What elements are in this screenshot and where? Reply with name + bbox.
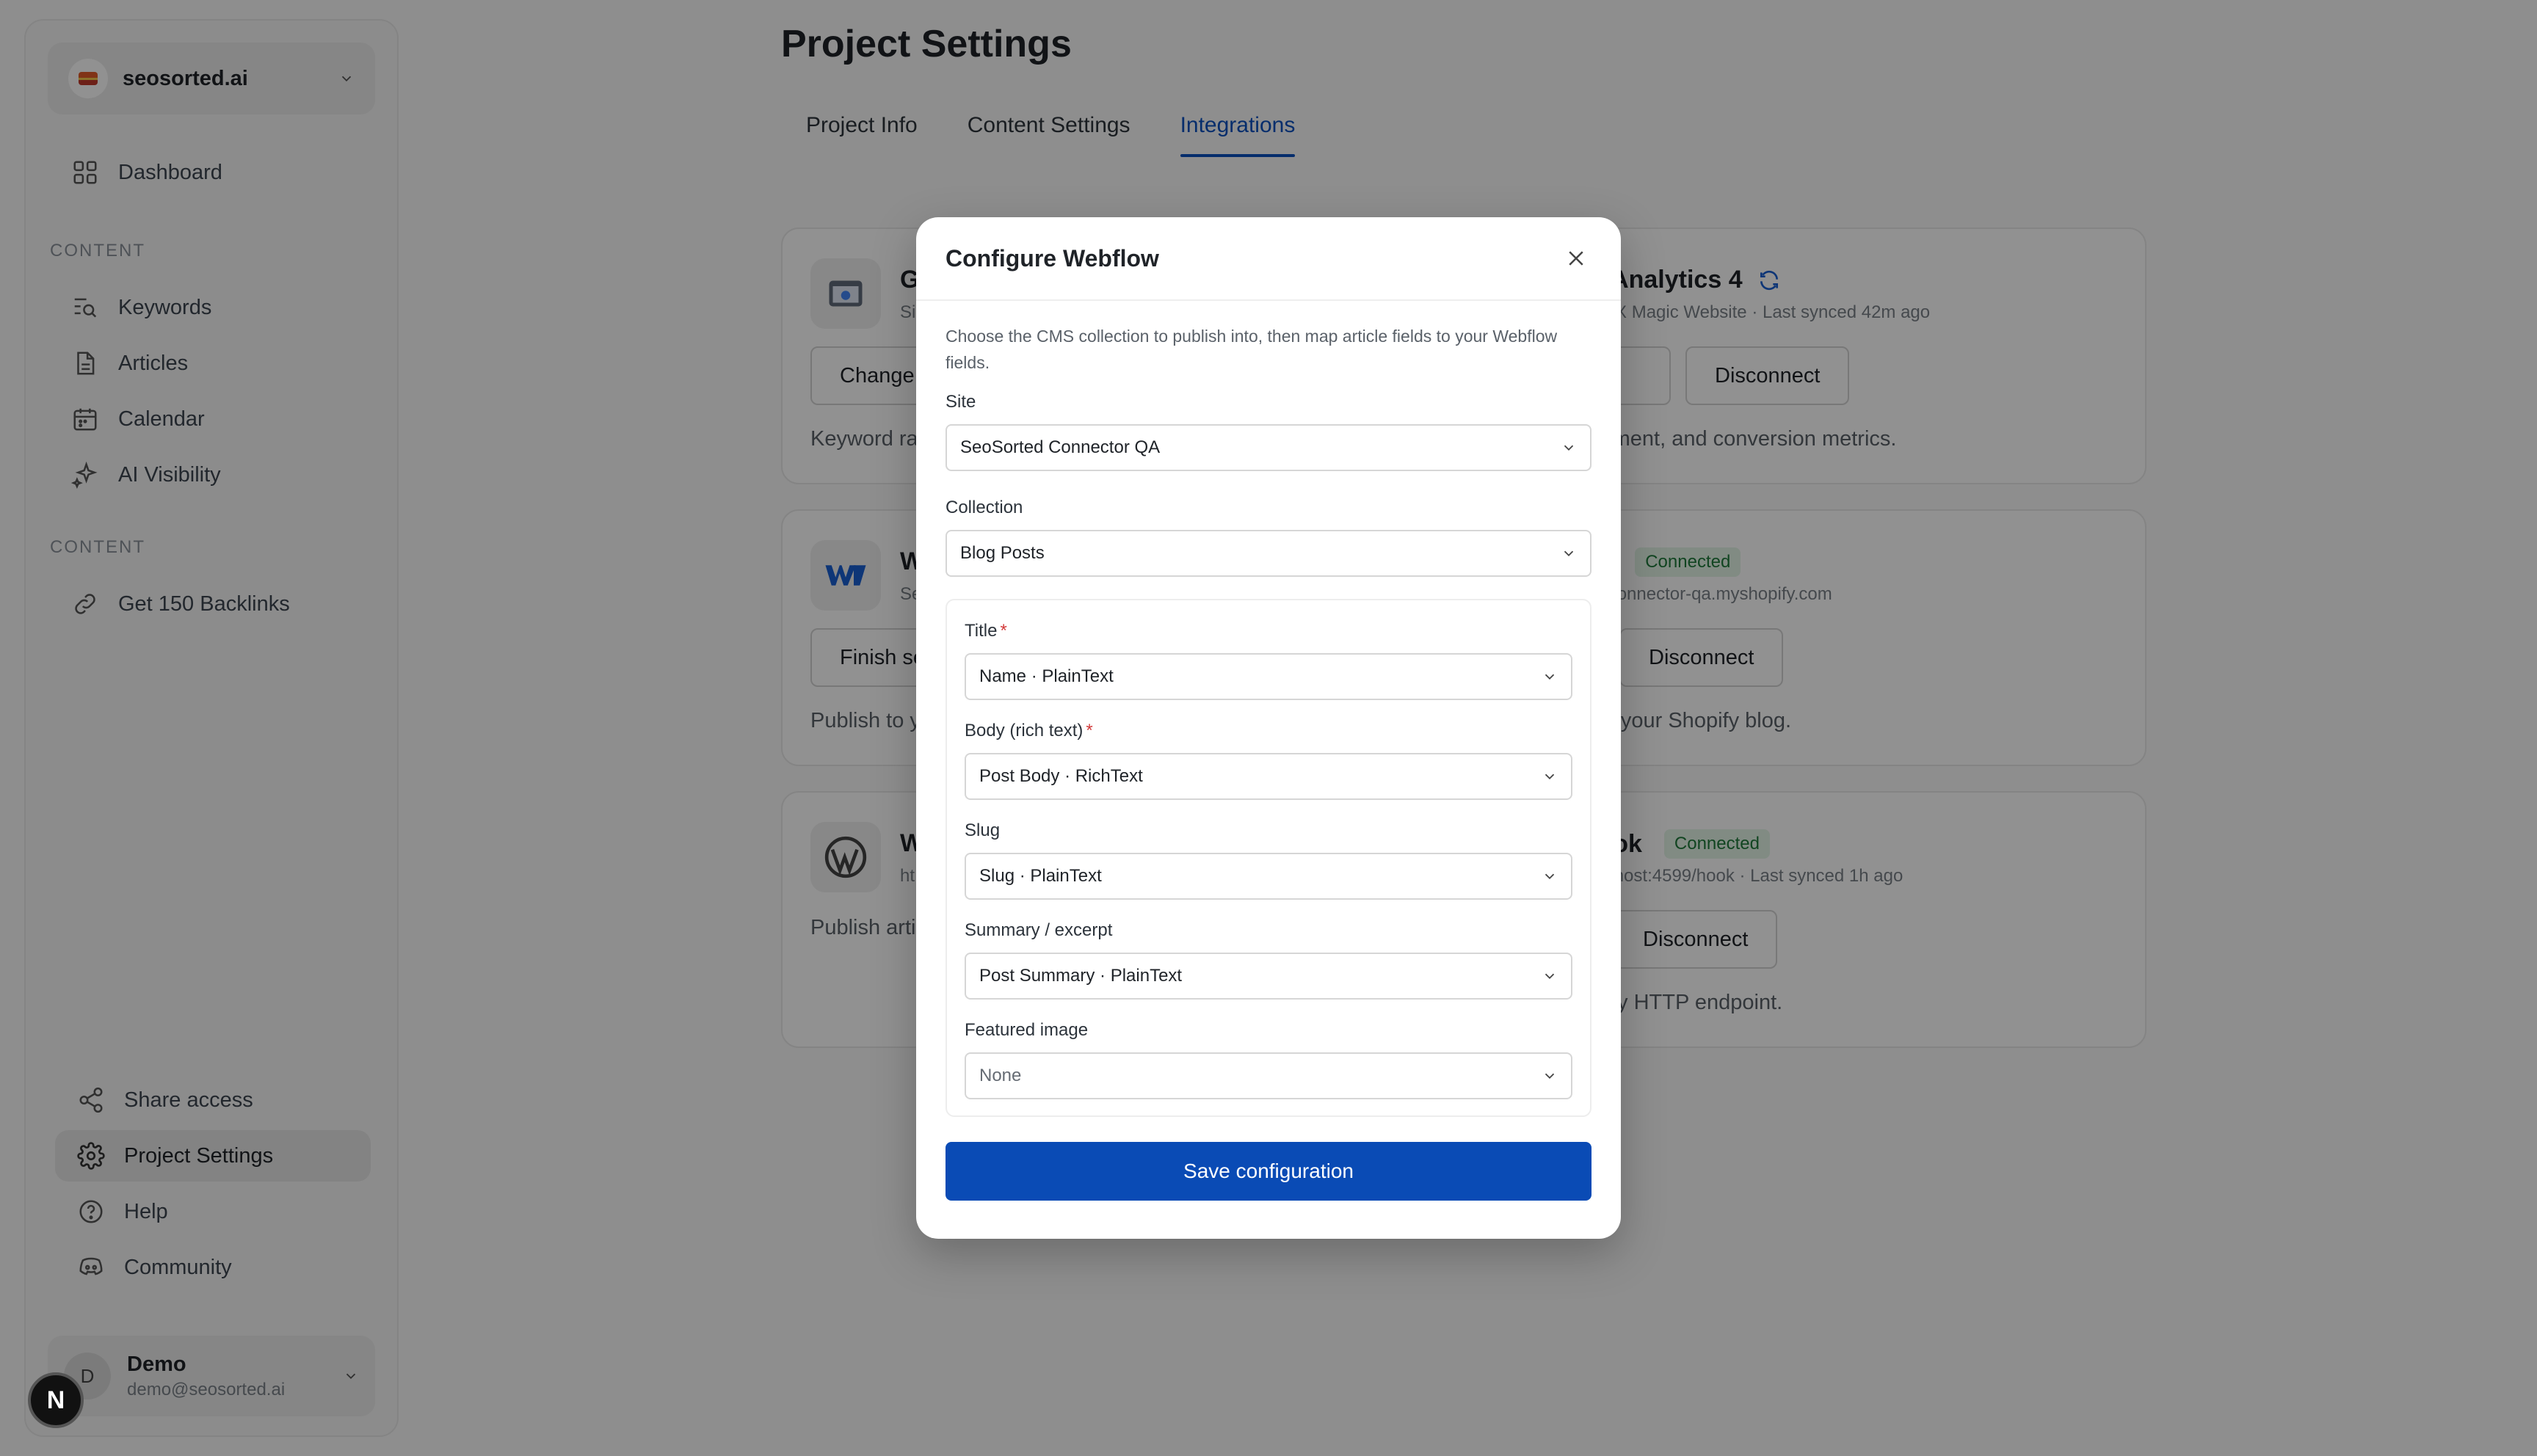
close-icon	[1569, 251, 1583, 266]
chevron-down-icon	[1545, 774, 1555, 780]
site-label: Site	[946, 392, 976, 412]
dialog-body: Choose the CMS collection to publish int…	[916, 301, 1621, 1201]
title-label-text: Title	[965, 621, 998, 641]
collection-value: Blog Posts	[960, 543, 1045, 563]
chevron-down-icon	[1564, 445, 1574, 451]
collection-select[interactable]: Blog Posts	[946, 530, 1591, 577]
featured-image-value: None	[979, 1066, 1022, 1085]
title-field-label: Title *	[965, 621, 1572, 641]
dialog-title: Configure Webflow	[946, 244, 1159, 272]
chevron-down-icon	[1545, 1073, 1555, 1080]
image-field-label: Featured image	[965, 1020, 1089, 1040]
chevron-down-icon	[1545, 973, 1555, 980]
summary-field-select[interactable]: Post Summary · PlainText	[965, 953, 1572, 1000]
title-field-value: Name · PlainText	[979, 666, 1114, 686]
field-mapping-panel: Title * Name · PlainText Body (rich text)…	[946, 599, 1591, 1117]
required-marker: *	[1086, 721, 1093, 740]
save-configuration-button[interactable]: Save configuration	[946, 1142, 1591, 1201]
summary-field-label: Summary / excerpt	[965, 920, 1113, 940]
dialog-description: Choose the CMS collection to publish int…	[946, 327, 1558, 372]
body-field-value: Post Body · RichText	[979, 766, 1143, 786]
chevron-down-icon	[1545, 873, 1555, 880]
body-label-text: Body (rich text)	[965, 721, 1084, 740]
summary-field-value: Post Summary · PlainText	[979, 966, 1183, 986]
collection-label: Collection	[946, 498, 1023, 517]
configure-webflow-dialog: Configure Webflow Choose the CMS collect…	[916, 217, 1621, 1239]
dev-tools-badge[interactable]: N	[28, 1372, 84, 1428]
required-marker: *	[1000, 621, 1007, 641]
site-value: SeoSorted Connector QA	[960, 437, 1161, 457]
slug-field-select[interactable]: Slug · PlainText	[965, 853, 1572, 900]
slug-field-value: Slug · PlainText	[979, 866, 1102, 886]
body-field-label: Body (rich text) *	[965, 721, 1572, 741]
slug-field-label: Slug	[965, 820, 1001, 840]
chevron-down-icon	[1545, 674, 1555, 680]
dialog-header: Configure Webflow	[916, 217, 1621, 301]
site-select[interactable]: SeoSorted Connector QA	[946, 424, 1591, 471]
body-field-select[interactable]: Post Body · RichText	[965, 753, 1572, 800]
chevron-down-icon	[1564, 550, 1574, 557]
close-button[interactable]	[1561, 243, 1591, 274]
featured-image-select[interactable]: None	[965, 1052, 1572, 1099]
title-field-select[interactable]: Name · PlainText	[965, 653, 1572, 700]
